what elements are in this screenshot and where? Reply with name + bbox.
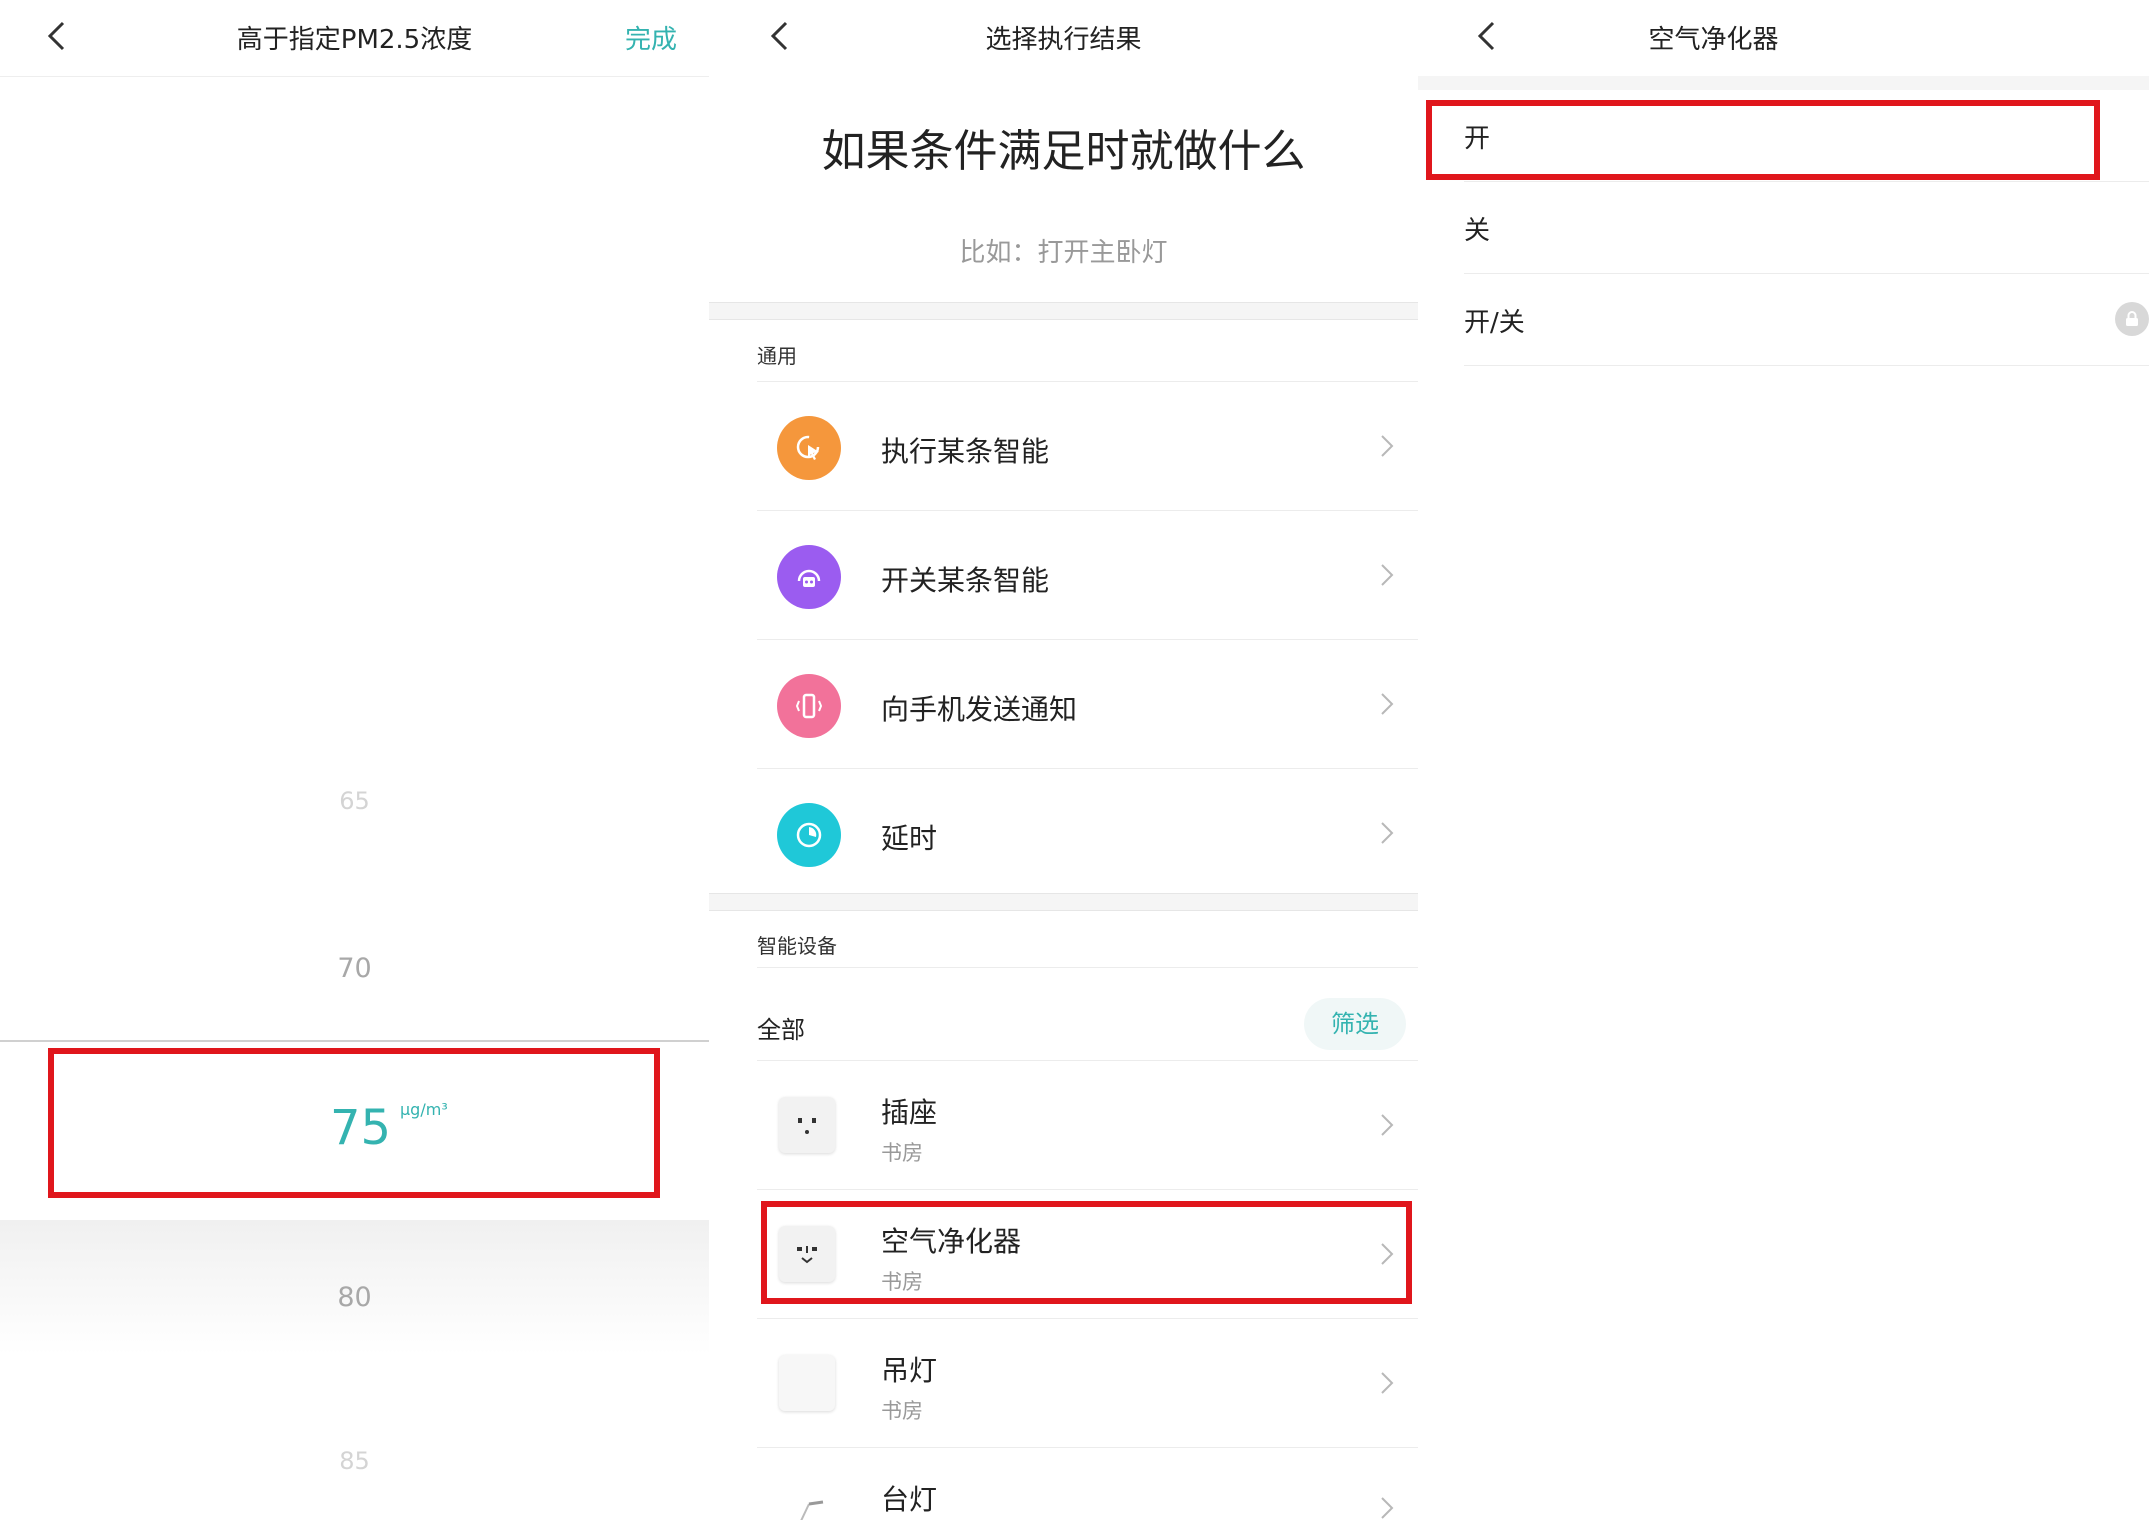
divider (757, 967, 1418, 968)
device-pendant-lamp[interactable]: 吊灯 书房 (709, 1319, 1418, 1447)
highlight-box (48, 1048, 660, 1198)
device-name: 吊灯 (881, 1354, 938, 1387)
option-label: 关 (1464, 216, 1491, 246)
action-label: 延时 (881, 822, 938, 855)
nav-bar: 选择执行结果 (709, 0, 1418, 76)
option-label: 开/关 (1464, 308, 1525, 338)
timer-icon (777, 803, 841, 867)
action-toggle-scene[interactable]: 开关某条智能 (709, 511, 1418, 639)
option-off[interactable]: 关 (1418, 182, 2149, 274)
device-desk-lamp[interactable]: 台灯 (709, 1448, 1418, 1520)
nav-bar: 高于指定PM2.5浓度 完成 (0, 0, 709, 76)
robot-icon (777, 545, 841, 609)
air-purifier-action-screen: 空气净化器 开 关 开/关 (1418, 0, 2149, 1520)
page-title: 空气净化器 (1648, 25, 1779, 55)
highlight-box (1426, 100, 2100, 180)
device-name: 台灯 (881, 1483, 938, 1516)
section-label-devices: 智能设备 (757, 934, 837, 958)
chevron-right-icon (1376, 430, 1398, 462)
phone-vibrate-icon (777, 674, 841, 738)
action-label: 执行某条智能 (881, 435, 1050, 468)
device-socket[interactable]: 插座 书房 (709, 1061, 1418, 1189)
divider (1464, 365, 2149, 366)
section-gap (709, 302, 1418, 320)
page-title: 高于指定PM2.5浓度 (236, 25, 473, 55)
action-label: 开关某条智能 (881, 564, 1050, 597)
action-label: 向手机发送通知 (881, 693, 1078, 726)
desk-lamp-icon (779, 1484, 835, 1520)
device-room: 书房 (881, 1399, 923, 1423)
picker-tick[interactable]: 65 (0, 787, 709, 815)
section-gap (709, 893, 1418, 911)
action-run-scene[interactable]: 执行某条智能 (709, 382, 1418, 510)
picker-tick[interactable]: 85 (0, 1447, 709, 1475)
select-action-screen: 选择执行结果 如果条件满足时就做什么 比如：打开主卧灯 通用 执行某条智能 开关… (709, 0, 1418, 1520)
picker-tick[interactable]: 70 (0, 953, 709, 984)
cursor-click-icon (777, 416, 841, 480)
chevron-right-icon (1376, 817, 1398, 849)
chevron-right-icon (1376, 1492, 1398, 1520)
device-name: 插座 (881, 1096, 938, 1129)
picker-tick[interactable]: 80 (0, 1282, 709, 1313)
pendant-lamp-icon (779, 1355, 835, 1411)
picker-fade (0, 1220, 709, 1520)
done-button[interactable]: 完成 (625, 19, 677, 56)
divider (0, 76, 709, 77)
page-title: 选择执行结果 (985, 25, 1142, 55)
hint-text: 比如：打开主卧灯 (959, 238, 1168, 268)
action-send-notification[interactable]: 向手机发送通知 (709, 640, 1418, 768)
headline: 如果条件满足时就做什么 (821, 126, 1306, 177)
section-label-general: 通用 (757, 344, 797, 368)
option-on-off[interactable]: 开/关 (1418, 274, 2149, 366)
action-delay[interactable]: 延时 (709, 769, 1418, 897)
chevron-right-icon (1376, 1367, 1398, 1399)
pm25-threshold-screen: 高于指定PM2.5浓度 完成 65 70 75 μg/m³ 80 85 (0, 0, 709, 1520)
chevron-right-icon (1376, 1109, 1398, 1141)
nav-bar: 空气净化器 (1418, 0, 2149, 76)
socket-icon (779, 1097, 835, 1153)
device-filter-all[interactable]: 全部 (757, 1010, 805, 1045)
chevron-right-icon (1376, 559, 1398, 591)
chevron-right-icon (1376, 688, 1398, 720)
highlight-box (761, 1201, 1412, 1304)
filter-button[interactable]: 筛选 (1304, 998, 1406, 1050)
section-gap (1418, 76, 2149, 90)
device-room: 书房 (881, 1141, 923, 1165)
lock-icon (2115, 302, 2149, 336)
